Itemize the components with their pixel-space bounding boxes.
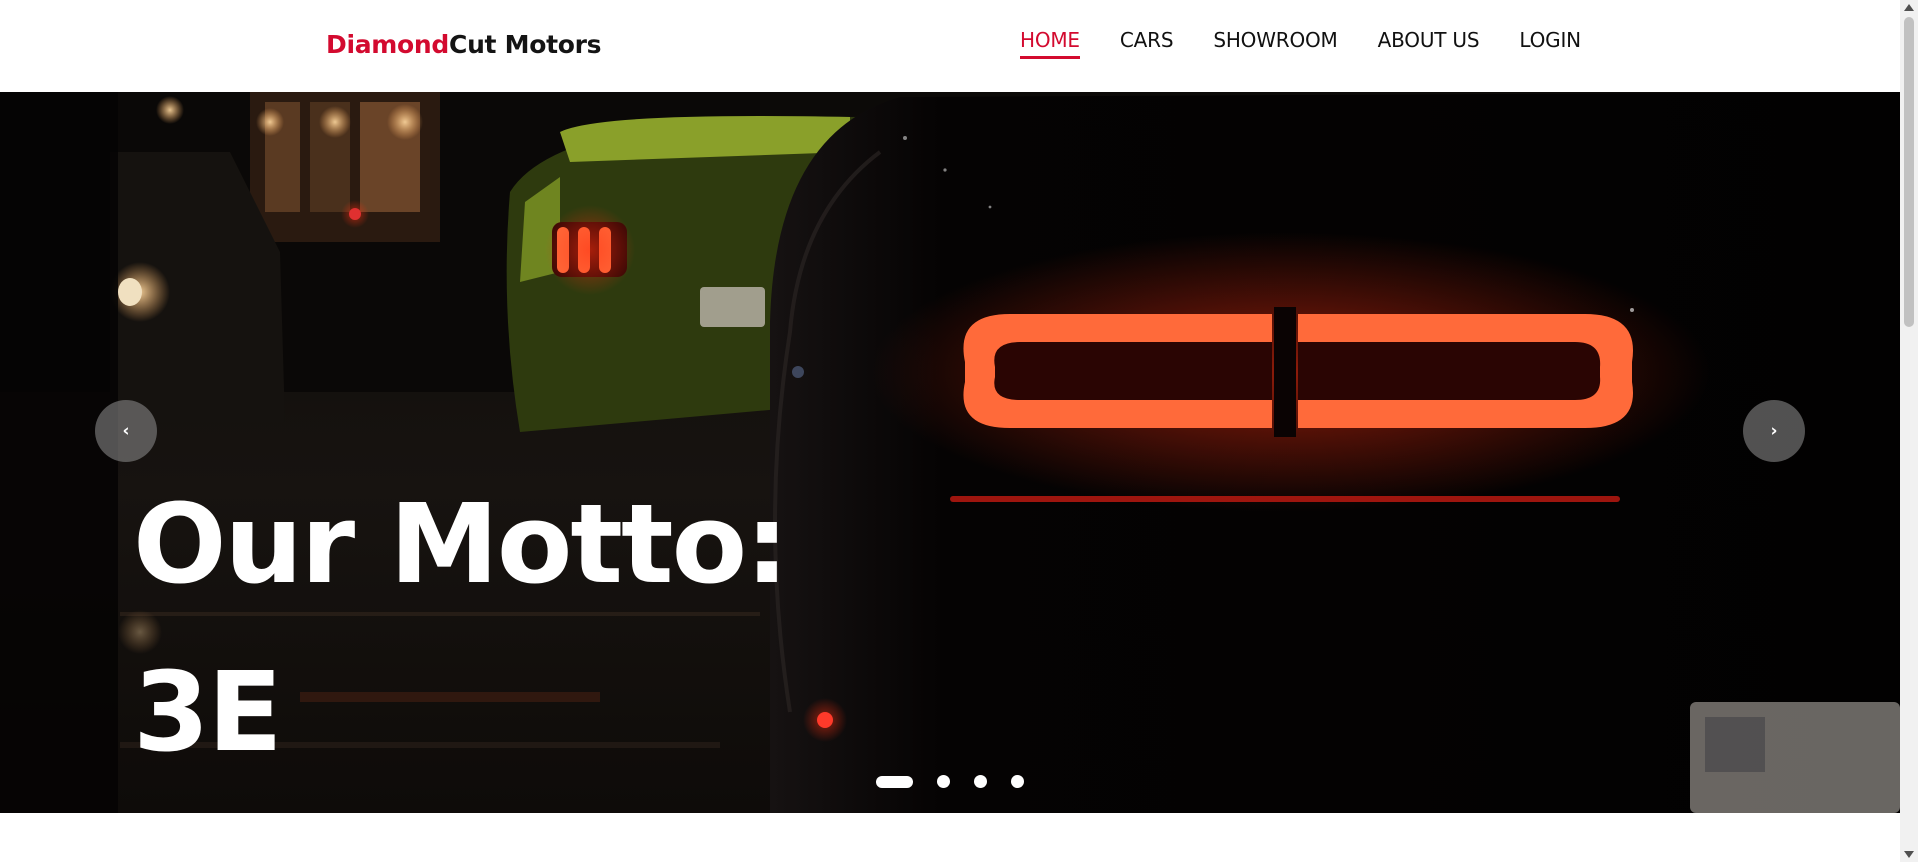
site-header: DiamondCut Motors HOME CARS SHOWROOM ABO… (0, 0, 1900, 92)
carousel-indicators (876, 775, 1024, 788)
scroll-down-arrow-icon[interactable] (1904, 851, 1914, 858)
carousel-indicator-4[interactable] (1011, 775, 1024, 788)
hero-headline-line2: 3E (133, 648, 283, 776)
page-scrollbar[interactable] (1900, 0, 1918, 862)
brand-logo-rest: Cut Motors (449, 30, 602, 59)
nav-login[interactable]: LOGIN (1519, 28, 1581, 59)
brand-logo[interactable]: DiamondCut Motors (326, 30, 602, 59)
carousel-next-button[interactable]: › (1743, 400, 1805, 462)
hero-headline: Our Motto: 3E (133, 460, 789, 796)
hero-headline-line1: Our Motto: (133, 480, 789, 608)
main-nav: HOME CARS SHOWROOM ABOUT US LOGIN (1020, 28, 1581, 59)
chevron-left-icon: ‹ (122, 421, 130, 441)
nav-showroom[interactable]: SHOWROOM (1213, 28, 1337, 59)
hero-carousel: Our Motto: 3E ‹ › (0, 92, 1900, 813)
nav-cars[interactable]: CARS (1120, 28, 1174, 59)
carousel-indicator-2[interactable] (937, 775, 950, 788)
chevron-right-icon: › (1770, 421, 1778, 441)
carousel-indicator-3[interactable] (974, 775, 987, 788)
nav-about-us[interactable]: ABOUT US (1378, 28, 1480, 59)
carousel-prev-button[interactable]: ‹ (95, 400, 157, 462)
brand-logo-accent: Diamond (326, 30, 450, 59)
nav-home[interactable]: HOME (1020, 28, 1080, 59)
carousel-indicator-1[interactable] (876, 775, 913, 788)
scroll-up-arrow-icon[interactable] (1904, 4, 1914, 11)
scroll-thumb[interactable] (1904, 17, 1914, 327)
